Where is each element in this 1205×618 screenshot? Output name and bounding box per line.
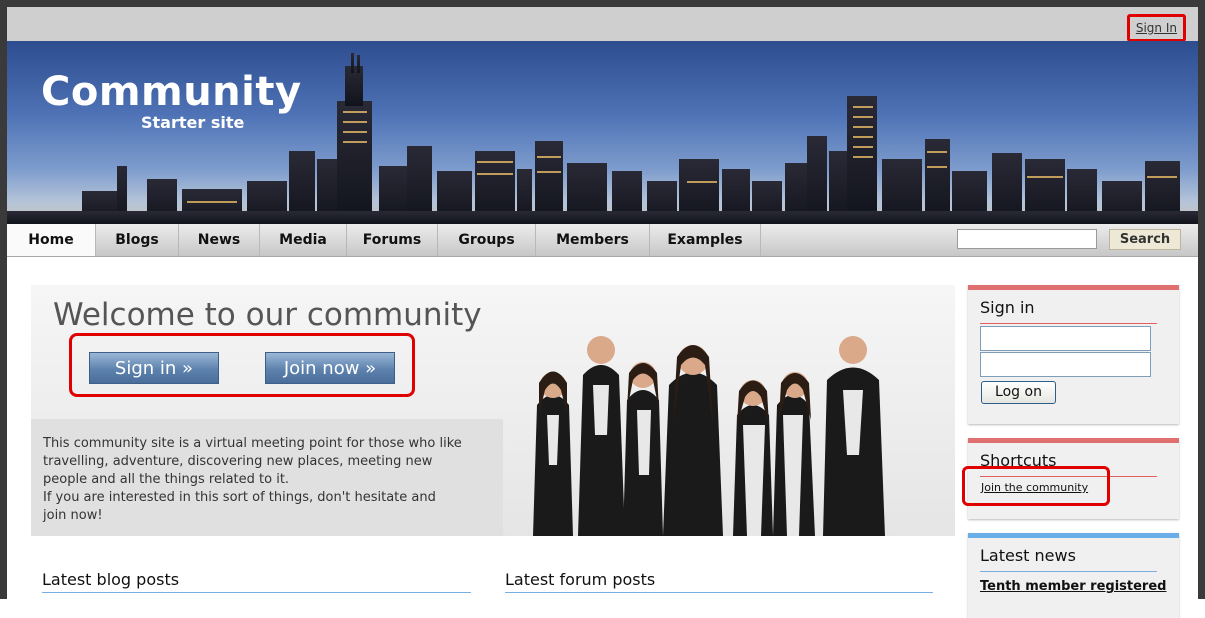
sign-in-box-rule	[980, 323, 1157, 324]
nav-item-home[interactable]: Home	[7, 224, 96, 256]
nav-item-forums[interactable]: Forums	[347, 224, 438, 256]
join-now-button[interactable]: Join now »	[265, 352, 395, 384]
latest-news-box: Latest news	[968, 533, 1179, 618]
people-group-image	[533, 336, 885, 536]
welcome-description: This community site is a virtual meeting…	[43, 435, 493, 525]
nav-item-examples[interactable]: Examples	[650, 224, 761, 256]
sign-in-link[interactable]: Sign In	[1126, 14, 1186, 42]
logo-subtitle: Starter site	[141, 113, 245, 132]
latest-forum-posts-heading: Latest forum posts	[505, 570, 656, 589]
sign-in-button[interactable]: Sign in »	[89, 352, 219, 384]
join-community-link[interactable]: Join the community	[981, 481, 1088, 494]
header-banner: Community Starter site	[7, 41, 1198, 224]
nav-item-members[interactable]: Members	[536, 224, 650, 256]
nav-item-news[interactable]: News	[179, 224, 260, 256]
username-field[interactable]	[980, 326, 1151, 351]
logo-title: Community	[41, 69, 302, 115]
latest-blog-posts-heading: Latest blog posts	[42, 570, 180, 589]
latest-news-title: Latest news	[980, 546, 1076, 565]
welcome-text-line: people and all the things related to it.	[43, 472, 290, 487]
top-bar: Sign In	[7, 7, 1198, 42]
search-button[interactable]: Search	[1109, 229, 1181, 250]
news-item-link[interactable]: Tenth member registered	[980, 579, 1166, 594]
log-on-button[interactable]: Log on	[981, 381, 1056, 404]
latest-news-rule	[980, 571, 1157, 572]
search-input[interactable]	[957, 229, 1097, 249]
nav-item-media[interactable]: Media	[260, 224, 347, 256]
nav-item-groups[interactable]: Groups	[438, 224, 536, 256]
welcome-text-line: travelling, adventure, discovering new p…	[43, 454, 433, 469]
welcome-panel: Welcome to our community Sign in » Join …	[31, 285, 955, 536]
main-nav: Home Blogs News Media Forums Groups Memb…	[7, 224, 1198, 257]
nav-item-blogs[interactable]: Blogs	[96, 224, 179, 256]
blog-posts-rule	[42, 592, 471, 593]
welcome-text-line: If you are interested in this sort of th…	[43, 490, 436, 505]
welcome-text-line: This community site is a virtual meeting…	[43, 436, 462, 451]
welcome-text-line: join now!	[43, 508, 103, 523]
forum-posts-rule	[505, 592, 933, 593]
password-field[interactable]	[980, 352, 1151, 377]
welcome-title: Welcome to our community	[53, 297, 482, 333]
sign-in-box: Sign in Log on	[968, 285, 1179, 424]
sign-in-box-title: Sign in	[980, 298, 1035, 317]
